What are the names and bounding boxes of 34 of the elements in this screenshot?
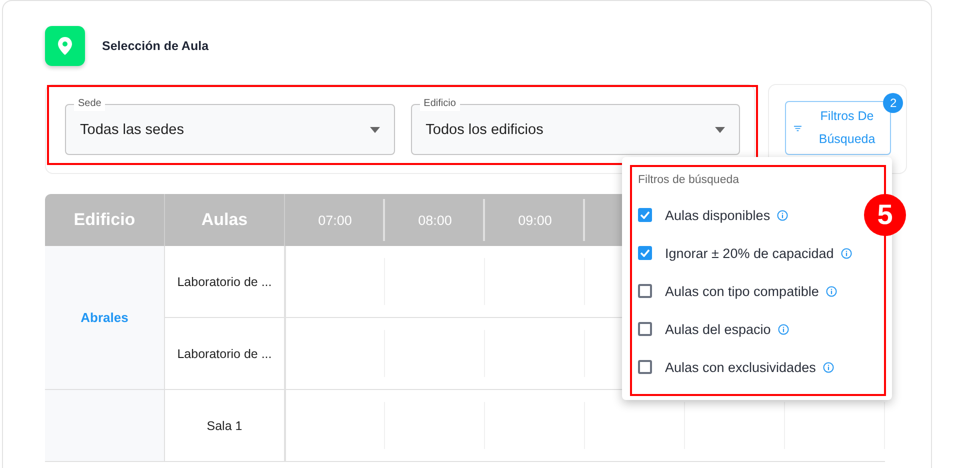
info-icon[interactable] xyxy=(777,210,788,220)
option-label: Aulas con exclusividades xyxy=(665,360,816,374)
popup-title: Filtros de búsqueda xyxy=(638,174,740,188)
option-label: Aulas con tipo compatible xyxy=(665,284,819,298)
checkbox[interactable] xyxy=(638,360,652,374)
step-number: 5 xyxy=(864,194,906,236)
column-header: Edificio xyxy=(45,194,165,246)
time-slot-cell[interactable] xyxy=(285,390,385,462)
filter-icon xyxy=(794,124,802,132)
checkbox[interactable] xyxy=(638,208,652,222)
checkbox[interactable] xyxy=(638,322,652,336)
option-label: Aulas disponibles xyxy=(665,208,770,222)
section-title: Selección de Aula xyxy=(102,39,209,53)
time-header: 07:00 xyxy=(285,194,385,246)
info-icon[interactable] xyxy=(778,324,789,334)
count-badge: 2 xyxy=(883,93,904,113)
caret-icon xyxy=(370,126,380,132)
checkbox[interactable] xyxy=(638,284,652,298)
info-icon[interactable] xyxy=(826,286,837,296)
info-icon[interactable] xyxy=(840,248,852,258)
option-label: Ignorar ± 20% de capacidad xyxy=(665,246,834,260)
column-header: Aulas xyxy=(165,194,285,246)
location-pin-icon xyxy=(45,26,85,66)
time-slot-cell[interactable] xyxy=(285,246,385,318)
option-label: Aulas del espacio xyxy=(665,322,771,336)
time-header: 09:00 xyxy=(485,194,585,246)
time-slot-cell[interactable] xyxy=(285,318,385,390)
checkbox[interactable] xyxy=(638,246,652,260)
room-cell: Laboratorio de ... xyxy=(165,318,285,390)
room-cell: Laboratorio de ... xyxy=(165,246,285,318)
time-header: 08:00 xyxy=(385,194,485,246)
info-icon[interactable] xyxy=(822,362,834,372)
caret-icon xyxy=(715,126,726,132)
room-cell: Sala 1 xyxy=(165,390,285,462)
